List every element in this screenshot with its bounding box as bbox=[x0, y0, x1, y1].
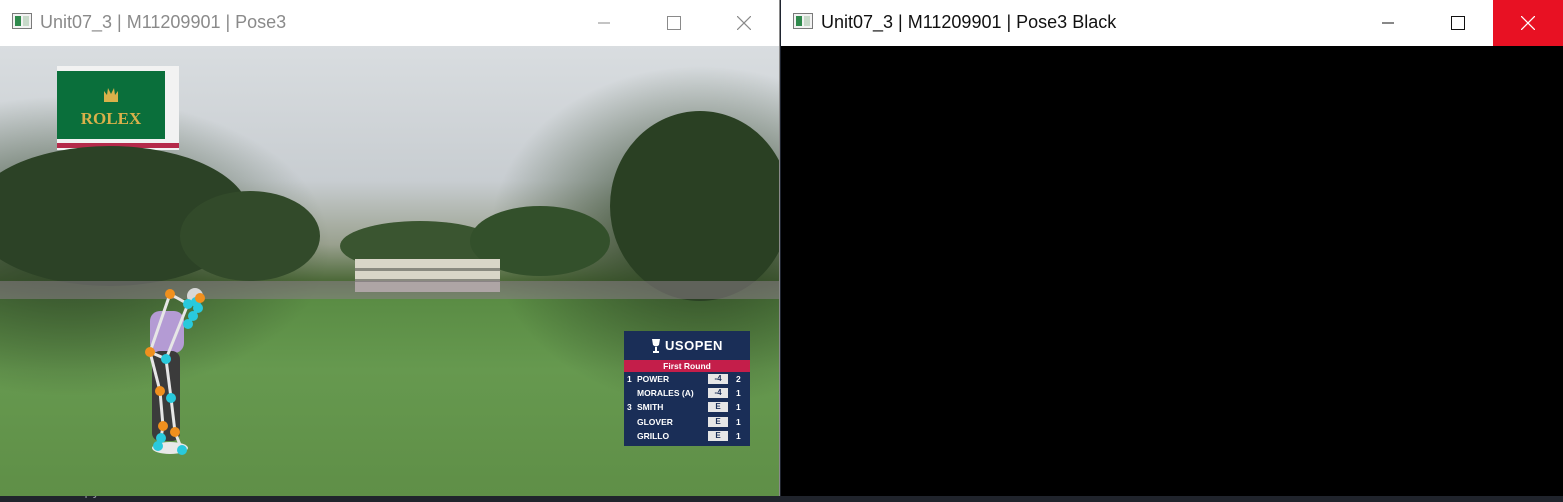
titlebar[interactable]: Unit07_3 | M11209901 | Pose3 bbox=[0, 0, 779, 46]
left-keypoint bbox=[155, 386, 165, 396]
pose3-window[interactable]: Unit07_3 | M11209901 | Pose3 ROLEX USOPE… bbox=[0, 0, 780, 496]
app-icon bbox=[12, 13, 32, 29]
left-keypoint bbox=[145, 347, 155, 357]
row-score: -4 bbox=[708, 374, 728, 384]
row-player: SMITH bbox=[637, 402, 664, 413]
trophy-icon bbox=[652, 338, 661, 353]
maximize-icon bbox=[667, 16, 681, 30]
row-score: E bbox=[708, 416, 728, 427]
leaderboard-row: 1 POWER -4 2 bbox=[624, 372, 750, 386]
right-keypoint bbox=[166, 393, 176, 403]
maximize-button[interactable] bbox=[639, 0, 709, 46]
row-thru: 1 bbox=[736, 402, 741, 413]
row-position: 3 bbox=[627, 402, 632, 413]
row-score: E bbox=[708, 430, 728, 441]
minimize-button[interactable] bbox=[1353, 0, 1423, 46]
window-title: Unit07_3 | M11209901 | Pose3 Black bbox=[821, 12, 1117, 32]
row-thru: 1 bbox=[736, 416, 741, 427]
minimize-icon bbox=[598, 22, 610, 24]
right-keypoint bbox=[153, 441, 163, 451]
leaderboard-title: USOPEN bbox=[665, 338, 723, 353]
row-score: E bbox=[708, 402, 728, 413]
minimize-button[interactable] bbox=[569, 0, 639, 46]
close-button[interactable] bbox=[709, 0, 779, 46]
row-player: GRILLO bbox=[637, 430, 670, 441]
left-keypoint bbox=[158, 421, 168, 431]
app-icon bbox=[793, 13, 813, 29]
right-keypoint bbox=[183, 319, 193, 329]
row-thru: 1 bbox=[736, 388, 741, 399]
row-player: POWER bbox=[637, 374, 670, 384]
left-keypoint bbox=[170, 427, 180, 437]
gallery-crowd bbox=[0, 281, 779, 299]
left-keypoint bbox=[195, 293, 205, 303]
row-score: -4 bbox=[708, 388, 728, 399]
maximize-button[interactable] bbox=[1423, 0, 1493, 46]
pose3-black-window[interactable]: Unit07_3 | M11209901 | Pose3 Black bbox=[781, 0, 1563, 496]
row-player: MORALES (A) bbox=[637, 388, 694, 399]
row-thru: 2 bbox=[736, 374, 741, 384]
right-keypoint bbox=[177, 445, 187, 455]
leaderboard-row: GRILLO E 1 bbox=[624, 429, 750, 443]
minimize-icon bbox=[1382, 22, 1394, 24]
video-frame: ROLEX USOPEN First Round 1 POWER -4 2 MO… bbox=[0, 46, 779, 496]
leaderboard-row: 3 SMITH E 1 bbox=[624, 400, 750, 414]
leaderboard: USOPEN First Round 1 POWER -4 2 MORALES … bbox=[624, 331, 750, 446]
close-icon bbox=[1521, 16, 1535, 30]
titlebar[interactable]: Unit07_3 | M11209901 | Pose3 Black bbox=[781, 0, 1563, 46]
close-icon bbox=[737, 16, 751, 30]
black-canvas bbox=[781, 46, 1563, 496]
row-thru: 1 bbox=[736, 430, 741, 441]
maximize-icon bbox=[1451, 16, 1465, 30]
leaderboard-row: GLOVER E 1 bbox=[624, 415, 750, 429]
right-keypoint bbox=[161, 354, 171, 364]
leaderboard-row: MORALES (A) -4 1 bbox=[624, 386, 750, 400]
window-title: Unit07_3 | M11209901 | Pose3 bbox=[40, 12, 287, 32]
row-position: 1 bbox=[627, 374, 632, 384]
close-button[interactable] bbox=[1493, 0, 1563, 46]
left-keypoint bbox=[165, 289, 175, 299]
leaderboard-round: First Round bbox=[624, 360, 750, 372]
row-player: GLOVER bbox=[637, 416, 673, 427]
pose-canvas bbox=[781, 46, 1563, 496]
